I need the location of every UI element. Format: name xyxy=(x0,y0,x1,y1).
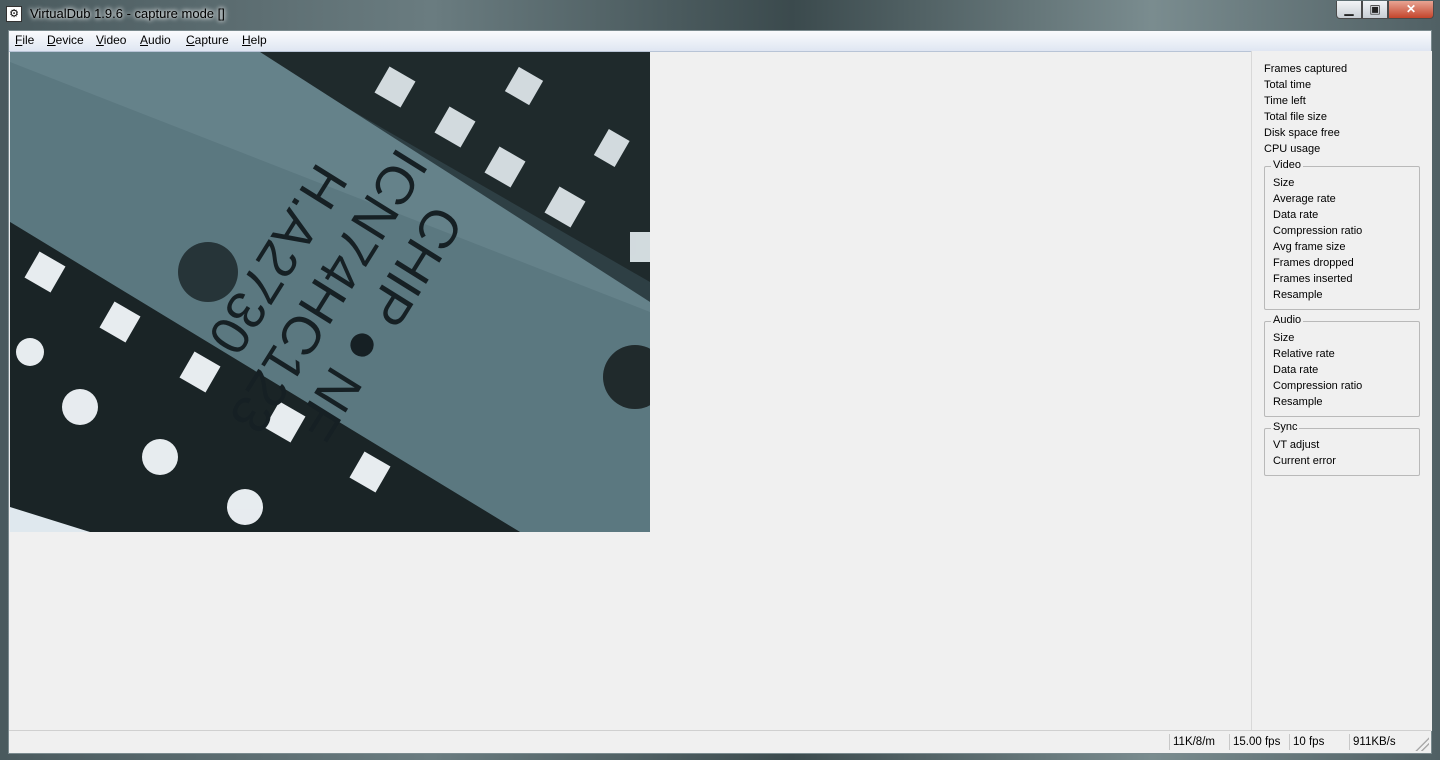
status-target-fps: 10 fps xyxy=(1289,734,1349,750)
close-button[interactable]: ✕ xyxy=(1388,1,1434,19)
minimize-button[interactable]: ▁ xyxy=(1336,1,1362,19)
audio-compression-ratio: Compression ratio xyxy=(1273,380,1363,392)
menu-video[interactable]: Video xyxy=(96,33,126,47)
maximize-button[interactable]: ▣ xyxy=(1362,1,1388,19)
menu-video-accel: V xyxy=(96,33,104,47)
menu-video-rest: ideo xyxy=(103,33,127,47)
menu-device-accel: D xyxy=(47,33,56,47)
stat-cpu-usage: CPU usage xyxy=(1264,143,1321,155)
menu-audio-rest: udio xyxy=(148,33,171,47)
video-group: Video Size Average rate Data rate Compre… xyxy=(1264,159,1420,310)
menu-file[interactable]: File xyxy=(15,33,34,47)
video-average-rate: Average rate xyxy=(1273,193,1336,205)
video-frames-dropped: Frames dropped xyxy=(1273,257,1354,269)
menu-help-rest: elp xyxy=(250,33,267,47)
video-size: Size xyxy=(1273,177,1295,189)
audio-group-title: Audio xyxy=(1271,314,1304,326)
maximize-icon: ▣ xyxy=(1369,2,1381,16)
menu-bar: File Device Video Audio Capture Help xyxy=(9,31,1431,52)
video-frames-inserted: Frames inserted xyxy=(1273,273,1353,285)
menu-audio-accel: A xyxy=(140,33,149,47)
caption-buttons: ▁ ▣ ✕ xyxy=(1336,1,1434,19)
audio-size: Size xyxy=(1273,332,1295,344)
menu-help[interactable]: Help xyxy=(242,33,267,47)
sync-vt-adjust: VT adjust xyxy=(1273,439,1320,451)
stat-frames-captured: Frames captured xyxy=(1264,63,1348,75)
status-data-rate: 911KB/s xyxy=(1349,734,1409,750)
menu-device[interactable]: Device xyxy=(47,33,84,47)
capture-stats-panel: Frames captured Total time Time left Tot… xyxy=(1251,51,1432,731)
menu-capture[interactable]: Capture xyxy=(186,33,229,47)
sync-current-error: Current error xyxy=(1273,455,1336,467)
close-icon: ✕ xyxy=(1405,2,1417,16)
stat-disk-space-free: Disk space free xyxy=(1264,127,1340,139)
menu-audio[interactable]: Audio xyxy=(140,33,171,47)
audio-resample: Resample xyxy=(1273,396,1323,408)
stat-total-time: Total time xyxy=(1264,79,1312,91)
app-icon[interactable]: ⚙ xyxy=(6,6,22,22)
stat-total-file-size: Total file size xyxy=(1264,111,1327,123)
video-avg-frame-size: Avg frame size xyxy=(1273,241,1346,253)
menu-file-rest: ile xyxy=(22,33,35,47)
sync-group-title: Sync xyxy=(1271,421,1300,433)
menu-help-accel: H xyxy=(242,33,251,47)
status-audio-format: 11K/8/m xyxy=(1169,734,1229,750)
status-bar: 11K/8/m 15.00 fps 10 fps 911KB/s xyxy=(9,730,1431,753)
audio-data-rate: Data rate xyxy=(1273,364,1319,376)
client-area: File Device Video Audio Capture Help CHI… xyxy=(8,30,1432,754)
capture-preview: CHIP ● NF ICN74HC123 H.A2730 xyxy=(10,52,650,532)
minimize-icon: ▁ xyxy=(1344,2,1354,16)
title-bar[interactable]: ⚙ VirtualDub 1.9.6 - capture mode [] ▁ ▣… xyxy=(0,0,1440,30)
audio-relative-rate: Relative rate xyxy=(1273,348,1335,360)
resize-grip[interactable] xyxy=(1415,737,1429,751)
video-resample: Resample xyxy=(1273,289,1323,301)
menu-capture-accel: C xyxy=(186,33,195,47)
status-fps: 15.00 fps xyxy=(1229,734,1289,750)
video-compression-ratio: Compression ratio xyxy=(1273,225,1363,237)
video-group-title: Video xyxy=(1271,159,1303,171)
menu-device-rest: evice xyxy=(55,33,84,47)
preview-image: CHIP ● NF ICN74HC123 H.A2730 xyxy=(10,52,650,532)
stat-time-left: Time left xyxy=(1264,95,1306,107)
menu-capture-rest: apture xyxy=(194,33,229,47)
audio-group: Audio Size Relative rate Data rate Compr… xyxy=(1264,314,1420,417)
window-title: VirtualDub 1.9.6 - capture mode [] xyxy=(30,6,225,21)
sync-group: Sync VT adjust Current error xyxy=(1264,421,1420,476)
video-data-rate: Data rate xyxy=(1273,209,1319,221)
